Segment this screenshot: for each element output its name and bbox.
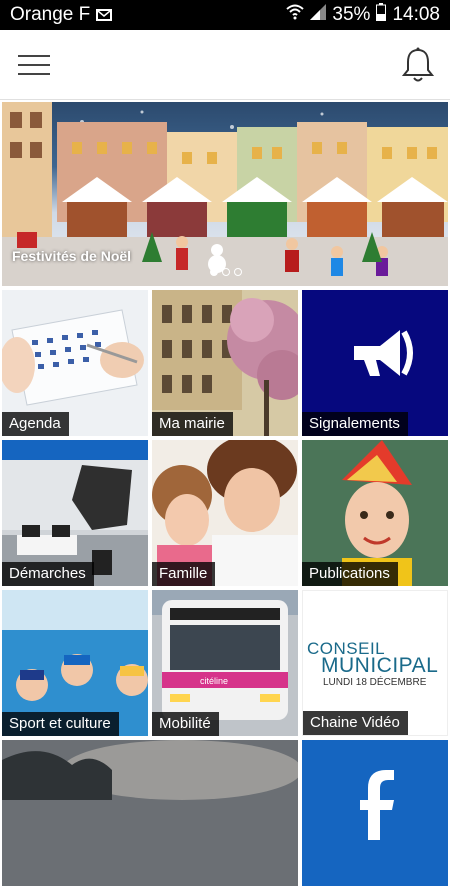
carousel-indicator <box>210 268 242 276</box>
tile-landscape[interactable] <box>2 740 298 886</box>
signal-icon <box>310 4 327 26</box>
tile-demarches[interactable]: Démarches <box>2 440 148 586</box>
tile-mobilite[interactable]: citéline Mobilité <box>152 590 298 736</box>
sunset-landscape-photo <box>2 740 298 886</box>
news-carousel[interactable]: Festivités de Noël <box>2 102 448 286</box>
carousel-dot[interactable] <box>234 268 242 276</box>
carousel-dot[interactable] <box>210 268 218 276</box>
tile-label: Mobilité <box>152 712 219 736</box>
battery-percent: 35% <box>332 4 371 25</box>
tile-sport-et-culture[interactable]: Sport et culture <box>2 590 148 736</box>
hamburger-menu-icon[interactable] <box>18 50 50 80</box>
tile-label: Agenda <box>2 412 69 436</box>
carousel-slide-title: Festivités de Noël <box>12 248 132 264</box>
notification-bell-icon[interactable] <box>400 46 436 84</box>
video-thumbnail-line2: MUNICIPAL <box>321 654 439 677</box>
tile-signalements[interactable]: Signalements <box>302 290 448 436</box>
tile-label: Famille <box>152 562 216 586</box>
tile-chaine-video[interactable]: CONSEIL MUNICIPAL LUNDI 18 DÉCEMBRE Chai… <box>302 590 448 736</box>
tile-publications[interactable]: Publications <box>302 440 448 586</box>
wifi-icon <box>286 4 305 26</box>
video-thumbnail-line3: LUNDI 18 DÉCEMBRE <box>323 677 427 688</box>
tile-label: Démarches <box>2 562 94 586</box>
clock: 14:08 <box>392 4 440 25</box>
tile-label: Sport et culture <box>2 712 119 736</box>
tile-ma-mairie[interactable]: Ma mairie <box>152 290 298 436</box>
tile-label: Ma mairie <box>152 412 233 436</box>
tile-agenda[interactable]: Agenda <box>2 290 148 436</box>
bus-brand-text: citéline <box>200 676 228 686</box>
tile-label: Publications <box>302 562 398 586</box>
tile-label: Chaine Vidéo <box>303 711 408 735</box>
tile-facebook[interactable] <box>302 740 448 886</box>
carrier-name: Orange F <box>10 4 91 25</box>
facebook-icon <box>302 740 448 886</box>
mail-notification-icon <box>96 9 113 21</box>
tile-label: Signalements <box>302 412 408 436</box>
tile-famille[interactable]: Famille <box>152 440 298 586</box>
status-bar: Orange F 35% 14:08 <box>0 0 450 30</box>
app-bar <box>0 30 450 100</box>
battery-icon <box>376 3 387 27</box>
carousel-dot[interactable] <box>222 268 230 276</box>
